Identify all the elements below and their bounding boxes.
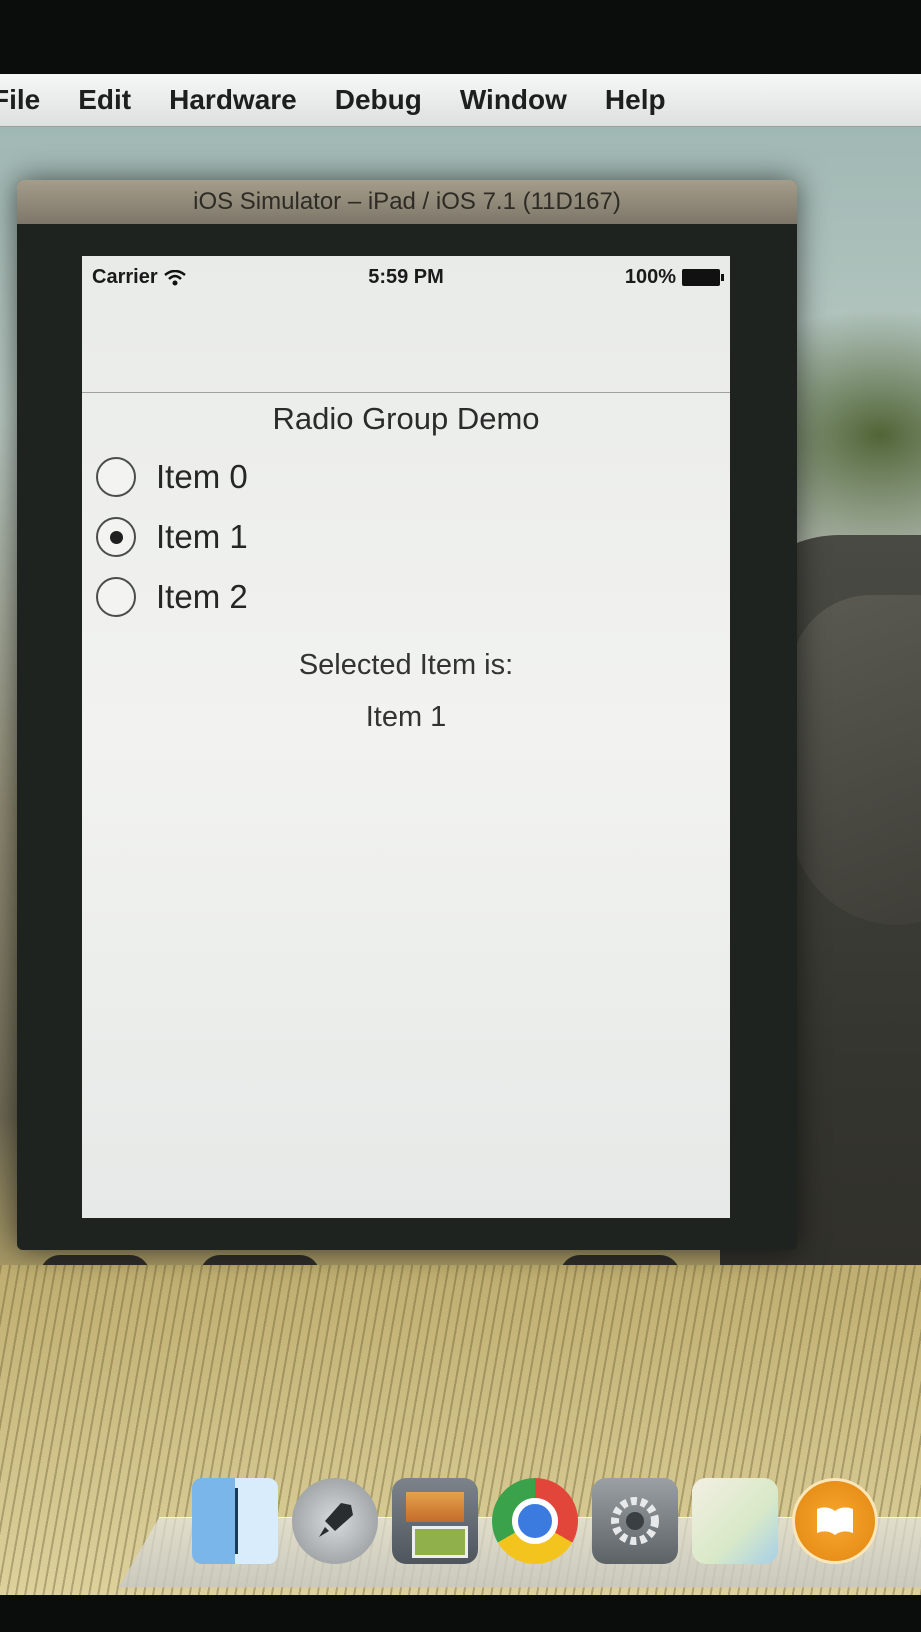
battery-indicator: 100% bbox=[624, 266, 724, 289]
launchpad-icon[interactable] bbox=[292, 1478, 378, 1564]
selected-item-value: Item 1 bbox=[365, 701, 447, 733]
menu-edit[interactable]: Edit bbox=[78, 84, 131, 116]
status-bar: Carrier 5:59 PM 100% bbox=[82, 256, 730, 296]
ibooks-icon[interactable] bbox=[792, 1478, 878, 1564]
simulator-window: iOS Simulator – iPad / iOS 7.1 (11D167) … bbox=[17, 180, 797, 1250]
finder-icon[interactable] bbox=[192, 1478, 278, 1564]
dock bbox=[192, 1478, 892, 1564]
radio-button-icon[interactable] bbox=[96, 577, 136, 617]
menu-bar: File Edit Hardware Debug Window Help bbox=[0, 74, 921, 127]
menu-file[interactable]: File bbox=[0, 84, 40, 116]
menu-debug[interactable]: Debug bbox=[335, 84, 422, 116]
radio-option-item-1[interactable]: Item 1 bbox=[82, 507, 730, 567]
radio-option-item-2[interactable]: Item 2 bbox=[82, 567, 730, 627]
simulator-title: iOS Simulator – iPad / iOS 7.1 (11D167) bbox=[193, 188, 621, 215]
wallpaper-elephant-ear bbox=[790, 595, 921, 925]
radio-button-icon[interactable] bbox=[96, 457, 136, 497]
maps-icon[interactable] bbox=[692, 1478, 778, 1564]
battery-icon bbox=[682, 269, 724, 286]
battery-percent: 100% bbox=[624, 266, 676, 288]
radio-label: Item 2 bbox=[156, 578, 248, 615]
radio-button-selected-icon[interactable] bbox=[96, 517, 136, 557]
photo-browser-icon[interactable] bbox=[392, 1478, 478, 1564]
chrome-icon[interactable] bbox=[492, 1478, 578, 1564]
device-screen: Carrier 5:59 PM 100% Radio Group Demo It… bbox=[82, 256, 730, 1218]
radio-group: Item 0 Item 1 Item 2 bbox=[82, 447, 730, 627]
simulator-titlebar[interactable]: iOS Simulator – iPad / iOS 7.1 (11D167) bbox=[17, 180, 797, 224]
system-preferences-icon[interactable] bbox=[592, 1478, 678, 1564]
radio-label: Item 0 bbox=[156, 458, 248, 495]
navigation-bar bbox=[82, 296, 730, 393]
selected-item-caption: Selected Item is: bbox=[298, 649, 514, 681]
radio-option-item-0[interactable]: Item 0 bbox=[82, 447, 730, 507]
radio-label: Item 1 bbox=[156, 518, 248, 555]
menu-help[interactable]: Help bbox=[605, 84, 666, 116]
menu-window[interactable]: Window bbox=[460, 84, 567, 116]
page-title: Radio Group Demo bbox=[272, 401, 540, 436]
menu-hardware[interactable]: Hardware bbox=[169, 84, 297, 116]
